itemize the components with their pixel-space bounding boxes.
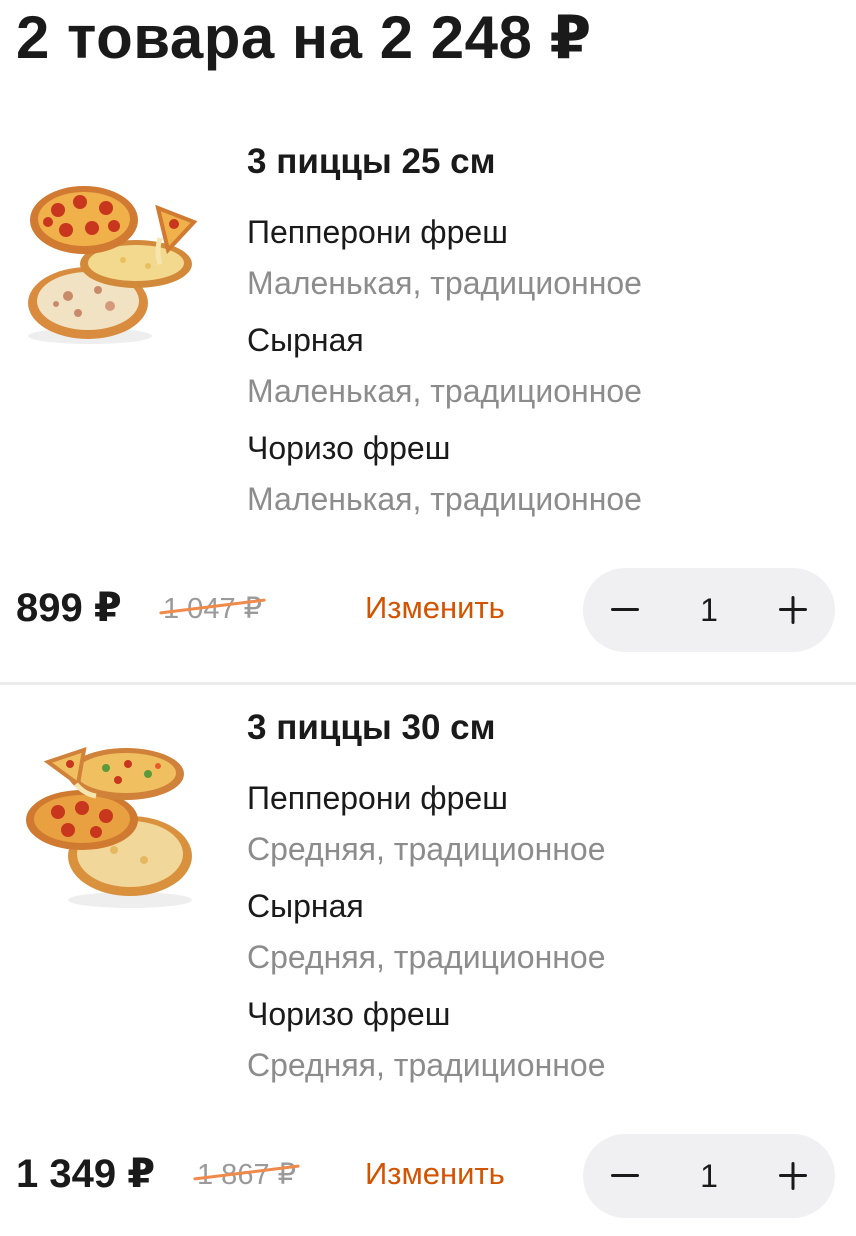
decrease-button[interactable]: [583, 1134, 667, 1218]
current-price: 899 ₽: [16, 586, 122, 630]
pizza-name: Пепперони фреш: [247, 780, 508, 816]
pizza-combo-image: [18, 738, 208, 928]
pizza-list: Пепперони фреш Средняя, традиционное Сыр…: [247, 778, 837, 1102]
quantity-stepper: 1: [583, 1134, 835, 1218]
minus-icon: [611, 608, 639, 611]
pizza-name: Чоризо фреш: [247, 996, 451, 1032]
cart-item: 3 пиццы 25 см Пепперони фреш Маленькая, …: [0, 110, 856, 670]
pizza-list: Пепперони фреш Маленькая, традиционное С…: [247, 212, 837, 536]
list-item: Чоризо фреш Маленькая, традиционное: [247, 428, 837, 536]
pizza-details: Маленькая, традиционное: [247, 265, 642, 301]
item-title: 3 пиццы 25 см: [247, 142, 496, 181]
cart-title: 2 товара на 2 248 ₽: [16, 4, 592, 71]
minus-icon: [611, 1174, 639, 1177]
pizza-details: Средняя, традиционное: [247, 939, 606, 975]
list-item: Сырная Маленькая, традиционное: [247, 320, 837, 428]
item-title: 3 пиццы 30 см: [247, 708, 496, 747]
increase-button[interactable]: [751, 1134, 835, 1218]
pizza-combo-image: [18, 178, 208, 368]
pizza-name: Чоризо фреш: [247, 430, 451, 466]
pizza-details: Маленькая, традиционное: [247, 373, 642, 409]
quantity-stepper: 1: [583, 568, 835, 652]
old-price: 1 867 ₽: [193, 1157, 300, 1193]
pizza-name: Сырная: [247, 888, 364, 924]
price-row: 1 349 ₽ 1 867 ₽ Изменить 1: [0, 1132, 856, 1218]
pizza-details: Маленькая, традиционное: [247, 481, 642, 517]
current-price: 1 349 ₽: [16, 1152, 156, 1196]
increase-button[interactable]: [751, 568, 835, 652]
list-item: Сырная Средняя, традиционное: [247, 886, 837, 994]
pizza-details: Средняя, традиционное: [247, 1047, 606, 1083]
list-item: Пепперони фреш Маленькая, традиционное: [247, 212, 837, 320]
edit-button[interactable]: Изменить: [365, 588, 505, 628]
old-price: 1 047 ₽: [159, 591, 266, 627]
plus-icon: [779, 596, 807, 624]
pizza-name: Пепперони фреш: [247, 214, 508, 250]
plus-icon: [779, 1162, 807, 1190]
edit-button[interactable]: Изменить: [365, 1154, 505, 1194]
list-item: Чоризо фреш Средняя, традиционное: [247, 994, 837, 1102]
price-row: 899 ₽ 1 047 ₽ Изменить 1: [0, 566, 856, 652]
quantity-value: 1: [700, 592, 718, 628]
pizza-details: Средняя, традиционное: [247, 831, 606, 867]
list-item: Пепперони фреш Средняя, традиционное: [247, 778, 837, 886]
cart-item: 3 пиццы 30 см Пепперони фреш Средняя, тр…: [0, 676, 856, 1236]
quantity-value: 1: [700, 1158, 718, 1194]
decrease-button[interactable]: [583, 568, 667, 652]
pizza-name: Сырная: [247, 322, 364, 358]
